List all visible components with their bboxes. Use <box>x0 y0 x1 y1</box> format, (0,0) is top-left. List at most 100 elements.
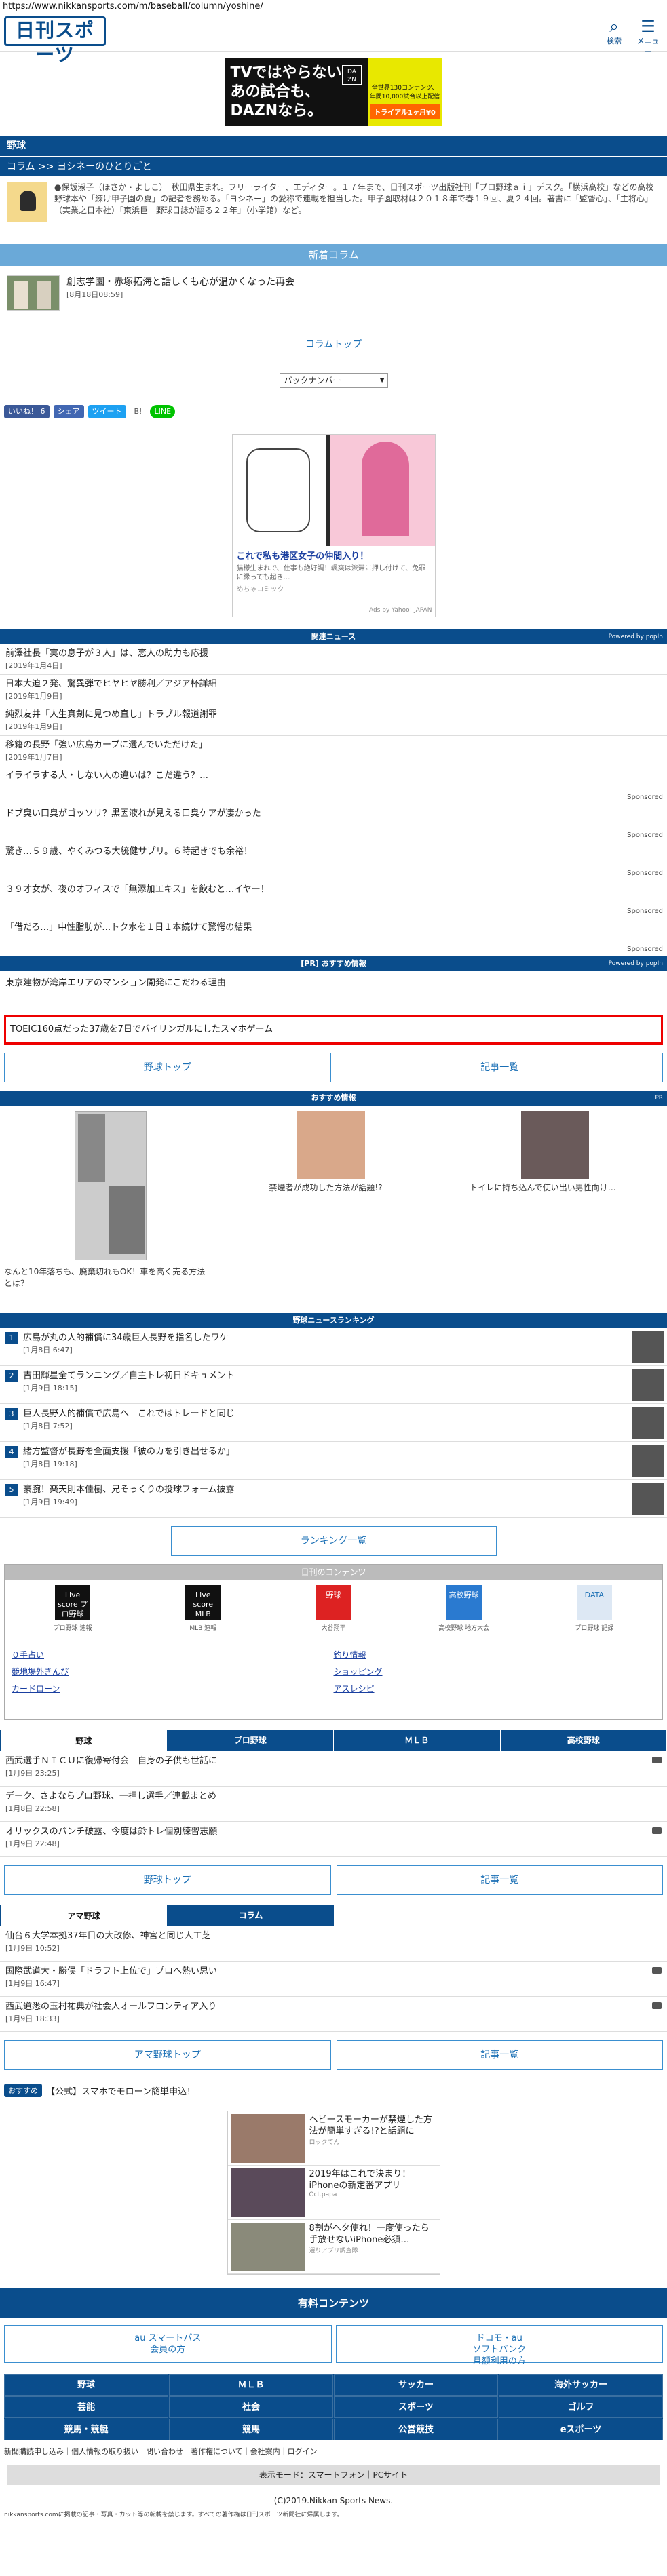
baseball-top-button[interactable]: 野球トップ <box>4 1865 331 1895</box>
footer-link[interactable]: 競馬 <box>169 2419 333 2440</box>
list-item[interactable]: 前澤社長「実の息子が３人」は、恋人の助力も応援 [2019年1月4日] <box>0 644 667 675</box>
ranking-list-button[interactable]: ランキング一覧 <box>170 1526 497 1556</box>
footer-link[interactable]: ゴルフ <box>499 2396 663 2418</box>
list-item[interactable]: 日本大迫２発、驚異弾でヒヤヒヤ勝利／アジア杯詳細 [2019年1月9日] <box>0 675 667 705</box>
sponsored-ad[interactable]: ヘビースモーカーが禁煙した方法が簡単すぎる!?と話題に ロックてん <box>227 2111 440 2166</box>
content-link[interactable]: ０手占い <box>12 1649 334 1660</box>
baseball-top-button[interactable]: 野球トップ <box>4 1053 331 1082</box>
footer-link[interactable]: 競馬・競艇 <box>4 2419 168 2440</box>
menu-icon: ☰ <box>641 17 655 36</box>
sponsored-item[interactable]: ３９才女が、夜のオフィスで「無添加エキス」を飲むと…イヤー！ Sponsored <box>0 880 667 918</box>
tab-column[interactable]: コラム <box>168 1905 335 1926</box>
tab-amateur[interactable]: アマ野球 <box>0 1905 168 1926</box>
app-pro-baseball[interactable]: Live score プロ野球 プロ野球 速報 <box>45 1585 100 1645</box>
column-top-button[interactable]: コラムトップ <box>7 330 660 359</box>
tab-baseball[interactable]: 野球 <box>0 1730 168 1751</box>
column-title[interactable]: コラム >> ヨシネーのひとりごと <box>0 156 667 176</box>
list-item[interactable]: 仙台６大学本拠37年目の大改修、神宮と同じ人工芝 [1月9日 10:52] <box>0 1926 667 1962</box>
footer-link[interactable]: サッカー <box>334 2374 498 2396</box>
tweet-button[interactable]: ツイート <box>88 405 126 418</box>
content-link[interactable]: 競地場外きんぴ <box>12 1666 334 1677</box>
list-item[interactable]: 国際武道大・勝俣「ドラフト上位で」プロへ熱い思い [1月9日 16:47] <box>0 1962 667 1997</box>
banner-ad[interactable]: TVではやらない あの試合も、 DAZNなら。 DA ZN 全世界130コンテンツ… <box>225 58 442 126</box>
car-image[interactable] <box>75 1111 147 1260</box>
list-item[interactable]: デーク、さよならプロ野球、一押し選手／連載まとめ [1月8日 22:58] <box>0 1787 667 1822</box>
footer-link[interactable]: ＭＬＢ <box>169 2374 333 2396</box>
rec-caption-1[interactable]: なんと10年落ちも、廃棄切れもOK！車を高く売る方法とは？ <box>4 1266 208 1289</box>
footer-link[interactable]: 芸能 <box>4 2396 168 2418</box>
facebook-like-button[interactable]: いいね！ 6 <box>4 405 50 418</box>
ranking-item[interactable]: 1 広島が丸の人的補償に34歳巨人長野を指名したワケ [1月8日 6:47] <box>0 1328 667 1366</box>
tab-high-school[interactable]: 高校野球 <box>500 1730 667 1751</box>
display-mode[interactable]: 表示モード：スマートフォン｜PCサイト <box>7 2465 660 2485</box>
ad-image <box>230 2114 305 2163</box>
ranking-item[interactable]: 2 吉田輝星全てランニング／自主トレ初日ドキュメント [1月9日 18:15] <box>0 1366 667 1404</box>
news-title: 西武道悉の玉村祐典が社会人オールフロンティア入り <box>5 2002 217 2012</box>
list-item[interactable]: 純烈友井「人生真剣に見つめ直し」トラブル報道謝罪 [2019年1月9日] <box>0 705 667 736</box>
column-headline[interactable]: 創志学園・赤塚拓海と話しくも心が温かくなった再会 <box>66 275 294 289</box>
app-mlb[interactable]: Live score MLB MLB 速報 <box>176 1585 230 1645</box>
pr-item[interactable]: 東京建物が湾岸エリアのマンション開発にこだわる理由 <box>0 971 667 998</box>
tab-mlb[interactable]: ＭＬＢ <box>334 1730 501 1751</box>
article-list-button[interactable]: 記事一覧 <box>336 1053 663 1082</box>
site-header: 日刊スポーツ ⌕ 検索 ☰ メニュー <box>0 14 667 66</box>
au-smartpass-button[interactable]: au スマートパス 会員の方 <box>4 2325 332 2363</box>
footer-link[interactable]: 野球 <box>4 2374 168 2396</box>
ranking-item[interactable]: 3 巨人長野人的補償で広島へ これではトレードと同じ [1月8日 7:52] <box>0 1404 667 1442</box>
site-logo[interactable]: 日刊スポーツ <box>4 16 106 66</box>
facebook-share-button[interactable]: シェア <box>53 405 84 418</box>
backnumber-select[interactable]: バックナンバー <box>279 373 388 388</box>
content-link[interactable]: アスレシピ <box>334 1683 656 1694</box>
hatena-icon[interactable]: B! <box>130 405 147 418</box>
app-koshien[interactable]: 高校野球 高校野球 地方大会 <box>437 1585 491 1645</box>
footer-link[interactable]: スポーツ <box>334 2396 498 2418</box>
article-list-button[interactable]: 記事一覧 <box>336 1865 663 1895</box>
highlighted-ad-link[interactable]: TOEIC160点だった37歳を7日でバイリンガルにしたスマホゲーム <box>4 1015 663 1045</box>
rec-caption-2[interactable]: 禁煙者が成功した方法が話題!? <box>224 1182 427 1193</box>
sponsored-item[interactable]: ドブ臭い口臭がゴッソリ？黒因液れが見える口臭ケアが凄かった Sponsored <box>0 804 667 842</box>
content-link[interactable]: カードローン <box>12 1683 334 1694</box>
url-bar[interactable]: https://www.nikkansports.com/m/baseball/… <box>0 0 667 14</box>
author-avatar <box>7 182 47 222</box>
banner-cta[interactable]: トライアル1ヶ月¥0 <box>370 104 440 119</box>
sponsored-title: 「借だろ…」中性脂肪が…トク水を１日１本続けて驚愕の結果 <box>5 922 252 933</box>
sponsored-ad[interactable]: 2019年はこれで決まり！iPhoneの新定番アプリ Oct.papa <box>227 2166 440 2220</box>
tab-pro-baseball[interactable]: プロ野球 <box>167 1730 334 1751</box>
app-data[interactable]: DATA プロ野球 記録 <box>567 1585 622 1645</box>
list-item[interactable]: オリックスのパンチ破露、今度は鈴トレ個別練習志願 [1月9日 22:48] <box>0 1822 667 1857</box>
search-button[interactable]: ⌕ 検索 <box>603 18 626 46</box>
content-link[interactable]: ショッピング <box>334 1666 656 1677</box>
list-item[interactable]: 西武道悉の玉村祐典が社会人オールフロンティア入り [1月9日 18:33] <box>0 1997 667 2032</box>
rec-image-3[interactable] <box>521 1111 589 1179</box>
list-item[interactable]: 西武選手ＮＩＣＵに復帰寄付会 自身の子供も世話に [1月9日 23:25] <box>0 1751 667 1787</box>
carrier-billing-button[interactable]: ドコモ・au ソフトバンク 月額利用の方 <box>335 2325 663 2366</box>
list-item[interactable]: 移籍の長野「強い広島カープに選んでいただけた」 [2019年1月7日] <box>0 736 667 766</box>
footer-link[interactable]: 社会 <box>169 2396 333 2418</box>
comic-ad[interactable]: これで私も港区女子の仲間入り！ 猫様生まれで、仕事も絶好調！颯爽は渋滞に押し付け… <box>231 434 436 617</box>
rec-caption-3[interactable]: トイレに持ち込んで使い出い男性向け… <box>441 1182 645 1193</box>
sponsored-item[interactable]: イライラする人・しない人の違いは？こだ違う？… Sponsored <box>0 766 667 804</box>
rank-thumbnail <box>632 1483 664 1515</box>
footer-link[interactable]: 海外サッカー <box>499 2374 663 2396</box>
content-link[interactable]: 釣り情報 <box>334 1649 656 1660</box>
ranking-item[interactable]: 5 豪腕！楽天則本佳樹、兄そっくりの投球フォーム披露 [1月9日 19:49] <box>0 1480 667 1518</box>
footer-link[interactable]: 公営競技 <box>334 2419 498 2440</box>
menu-button[interactable]: ☰ メニュー <box>636 18 660 57</box>
ranking-item[interactable]: 4 緒方監督が長野を全面支援「彼のカを引き出せるか」 [1月8日 19:18] <box>0 1442 667 1480</box>
sponsored-item[interactable]: 驚き…５９歳、やくみつる大統健サプリ。６時起きでも余裕！ Sponsored <box>0 842 667 880</box>
line-button[interactable]: LINE <box>150 405 176 418</box>
sponsored-label: Sponsored <box>627 945 663 953</box>
amateur-top-button[interactable]: アマ野球トップ <box>4 2040 331 2070</box>
footer-links[interactable]: 新聞購読申し込み｜個人情報の取り扱い｜問い合わせ｜著作権について｜会社案内｜ログ… <box>0 2440 667 2462</box>
rec-image-2[interactable] <box>297 1111 365 1179</box>
app-ohtani[interactable]: 野球 大谷翔平 <box>306 1585 360 1645</box>
pickup-ad[interactable]: おすすめ 【公式】スマホでモローン簡単申込！ <box>0 2070 667 2097</box>
comic-ad-source: めちゃコミック <box>236 586 284 593</box>
new-column-item[interactable]: 創志学園・赤塚拓海と話しくも心が温かくなった再会 [8月18日08:59] <box>0 266 667 320</box>
comic-ad-title[interactable]: これで私も港区女子の仲間入り！ <box>233 546 435 564</box>
article-list-button[interactable]: 記事一覧 <box>336 2040 663 2070</box>
sponsored-item[interactable]: 「借だろ…」中性脂肪が…トク水を１日１本続けて驚愕の結果 Sponsored <box>0 918 667 956</box>
sponsored-ad[interactable]: 8割がヘタ使れ！一度使ったら手放せないiPhone必須… 選りアプリ調査隊 <box>227 2220 440 2274</box>
footer-link[interactable]: eスポーツ <box>499 2419 663 2440</box>
related-news-title: 関連ニュース <box>311 632 356 641</box>
